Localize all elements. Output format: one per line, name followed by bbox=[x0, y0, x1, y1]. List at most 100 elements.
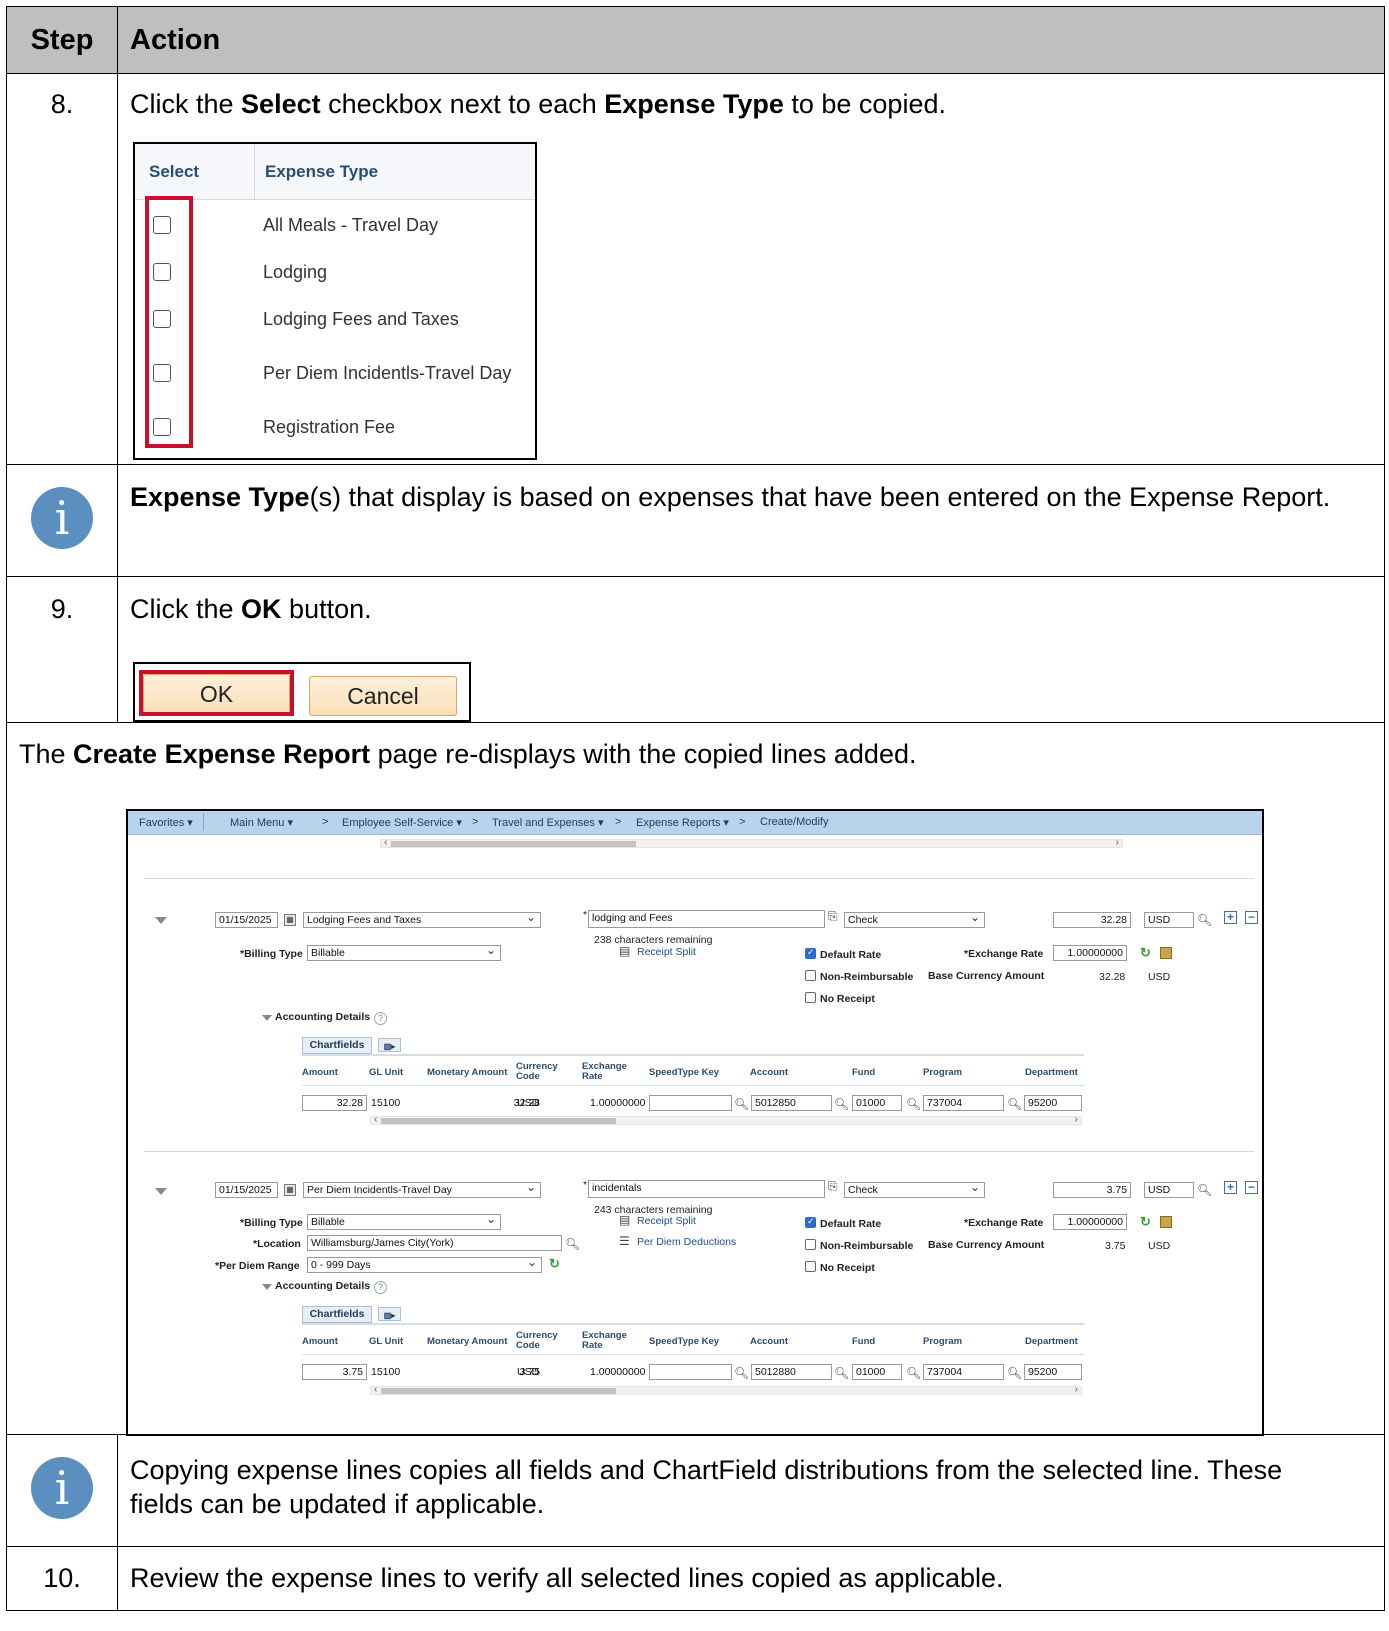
info-text: (s) that display is based on expenses th… bbox=[309, 482, 1331, 512]
no-receipt-checkbox[interactable] bbox=[805, 1261, 816, 1272]
horizontal-scrollbar[interactable]: ‹ › bbox=[380, 837, 1123, 848]
description-field[interactable]: incidentals bbox=[588, 1180, 825, 1198]
table-header-row: Step Action bbox=[7, 7, 1384, 73]
delete-row-icon[interactable]: − bbox=[1245, 1181, 1258, 1194]
show-all-columns-icon[interactable]: ▥▸ bbox=[378, 1038, 401, 1052]
amount-field[interactable]: 3.75 bbox=[1053, 1182, 1131, 1198]
calendar-icon[interactable]: ▦ bbox=[284, 914, 296, 926]
grid-amount-field[interactable]: 32.28 bbox=[302, 1095, 367, 1111]
account-field[interactable]: 5012880 bbox=[751, 1364, 832, 1380]
spellcheck-icon[interactable]: ⎘ bbox=[828, 1180, 838, 1192]
refresh-icon[interactable]: ↻ bbox=[1140, 1214, 1151, 1230]
horizontal-scrollbar[interactable]: ‹ › bbox=[370, 1384, 1082, 1395]
nav-travel-and-expenses[interactable]: Travel and Expenses ▾ bbox=[492, 816, 604, 829]
add-row-icon[interactable]: + bbox=[1224, 1181, 1237, 1194]
spreadsheet-icon[interactable] bbox=[1160, 1216, 1172, 1228]
lookup-icon[interactable]: 🔍︎ bbox=[834, 1098, 849, 1110]
exchange-rate-field[interactable]: 1.00000000 bbox=[1053, 1214, 1127, 1230]
show-all-columns-icon[interactable]: ▥▸ bbox=[378, 1307, 401, 1321]
accounting-details-label[interactable]: Accounting Details bbox=[275, 1011, 370, 1023]
lookup-icon[interactable]: 🔍︎ bbox=[1197, 1184, 1212, 1196]
nav-employee-self-service[interactable]: Employee Self-Service ▾ bbox=[342, 816, 462, 829]
payment-type-select[interactable]: Check bbox=[844, 1182, 985, 1198]
account-field[interactable]: 5012850 bbox=[751, 1095, 832, 1111]
no-receipt-label: No Receipt bbox=[820, 1262, 875, 1274]
billing-type-select[interactable]: Billable bbox=[307, 1214, 501, 1230]
help-icon[interactable]: ? bbox=[374, 1012, 387, 1025]
collapse-icon[interactable] bbox=[155, 917, 167, 924]
expense-type-select[interactable]: Lodging Fees and Taxes bbox=[303, 912, 541, 928]
col-account: Account bbox=[750, 1336, 788, 1347]
currency-field[interactable]: USD bbox=[1144, 912, 1194, 928]
nav-favorites[interactable]: Favorites ▾ bbox=[139, 816, 193, 829]
info-icon-cell: i bbox=[7, 1435, 118, 1546]
location-field[interactable]: Williamsburg/James City(York) bbox=[307, 1235, 562, 1251]
speedtype-field[interactable] bbox=[649, 1364, 732, 1380]
description-field[interactable]: lodging and Fees bbox=[588, 910, 825, 928]
lookup-icon[interactable]: 🔍︎ bbox=[734, 1098, 749, 1110]
delete-row-icon[interactable]: − bbox=[1245, 911, 1258, 924]
step-number: 8. bbox=[7, 74, 118, 464]
speedtype-field[interactable] bbox=[649, 1095, 732, 1111]
nav-create-modify[interactable]: Create/Modify bbox=[760, 816, 828, 828]
nav-main-menu[interactable]: Main Menu ▾ bbox=[230, 816, 293, 829]
lookup-icon[interactable]: 🔍︎ bbox=[1007, 1098, 1022, 1110]
billing-type-select[interactable]: Billable bbox=[307, 945, 501, 961]
cancel-button[interactable]: Cancel bbox=[309, 676, 457, 716]
no-receipt-checkbox[interactable] bbox=[805, 992, 816, 1003]
program-field[interactable]: 737004 bbox=[923, 1095, 1004, 1111]
horizontal-scrollbar[interactable]: ‹ › bbox=[370, 1114, 1082, 1125]
lookup-icon[interactable]: 🔍︎ bbox=[906, 1367, 921, 1379]
accounting-details-label[interactable]: Accounting Details bbox=[275, 1280, 370, 1292]
col-fund: Fund bbox=[852, 1336, 876, 1347]
expense-type-select[interactable]: Per Diem Incidentls-Travel Day bbox=[303, 1182, 541, 1198]
date-field[interactable]: 01/15/2025 bbox=[215, 912, 278, 928]
spellcheck-icon[interactable]: ⎘ bbox=[828, 910, 838, 922]
receipt-split-link[interactable]: Receipt Split bbox=[637, 946, 696, 958]
exchange-rate-field[interactable]: 1.00000000 bbox=[1053, 945, 1127, 961]
department-field[interactable]: 95200 bbox=[1024, 1364, 1082, 1380]
non-reimbursable-checkbox[interactable] bbox=[805, 970, 816, 981]
redisplay-plain: The bbox=[19, 739, 74, 769]
exchange-rate-label: *Exchange Rate bbox=[964, 1217, 1044, 1229]
department-field[interactable]: 95200 bbox=[1024, 1095, 1082, 1111]
refresh-icon[interactable]: ↻ bbox=[549, 1256, 560, 1272]
add-row-icon[interactable]: + bbox=[1224, 911, 1237, 924]
calendar-icon[interactable]: ▦ bbox=[284, 1184, 296, 1196]
currency-field[interactable]: USD bbox=[1144, 1182, 1194, 1198]
fund-field[interactable]: 01000 bbox=[852, 1095, 902, 1111]
per-diem-deductions-link[interactable]: Per Diem Deductions bbox=[637, 1236, 736, 1248]
lookup-icon[interactable]: 🔍︎ bbox=[1007, 1367, 1022, 1379]
list-item: All Meals - Travel Day bbox=[135, 210, 535, 240]
collapse-icon[interactable] bbox=[155, 1188, 167, 1195]
highlight-box bbox=[145, 196, 193, 448]
help-icon[interactable]: ? bbox=[374, 1281, 387, 1294]
refresh-icon[interactable]: ↻ bbox=[1140, 945, 1151, 961]
col-currency-code: Currency Code bbox=[516, 1330, 558, 1351]
default-rate-checkbox[interactable] bbox=[805, 1216, 816, 1228]
spreadsheet-icon[interactable] bbox=[1160, 947, 1172, 959]
tab-chartfields[interactable]: Chartfields bbox=[302, 1306, 372, 1323]
expense-report-screenshot: Favorites ▾ Main Menu ▾ > Employee Self-… bbox=[126, 809, 1264, 1436]
collapse-icon[interactable] bbox=[262, 1015, 272, 1021]
default-rate-checkbox[interactable] bbox=[805, 947, 816, 959]
fund-field[interactable]: 01000 bbox=[852, 1364, 902, 1380]
program-field[interactable]: 737004 bbox=[923, 1364, 1004, 1380]
nav-expense-reports[interactable]: Expense Reports ▾ bbox=[636, 816, 729, 829]
lookup-icon[interactable]: 🔍︎ bbox=[834, 1367, 849, 1379]
breadcrumb-separator: > bbox=[739, 816, 746, 828]
lookup-icon[interactable]: 🔍︎ bbox=[734, 1367, 749, 1379]
lookup-icon[interactable]: 🔍︎ bbox=[906, 1098, 921, 1110]
non-reimbursable-checkbox[interactable] bbox=[805, 1239, 816, 1250]
collapse-icon[interactable] bbox=[262, 1284, 272, 1290]
amount-field[interactable]: 32.28 bbox=[1053, 912, 1131, 928]
date-field[interactable]: 01/15/2025 bbox=[215, 1182, 278, 1198]
lookup-icon[interactable]: 🔍︎ bbox=[1197, 914, 1212, 926]
tab-chartfields[interactable]: Chartfields bbox=[302, 1037, 372, 1054]
lookup-icon[interactable]: 🔍︎ bbox=[565, 1238, 580, 1250]
payment-type-select[interactable]: Check bbox=[844, 912, 985, 928]
per-diem-range-select[interactable]: 0 - 999 Days bbox=[307, 1257, 542, 1273]
base-currency-amount: 32.28 bbox=[1099, 971, 1126, 983]
receipt-split-link[interactable]: Receipt Split bbox=[637, 1215, 696, 1227]
grid-amount-field[interactable]: 3.75 bbox=[302, 1364, 367, 1380]
